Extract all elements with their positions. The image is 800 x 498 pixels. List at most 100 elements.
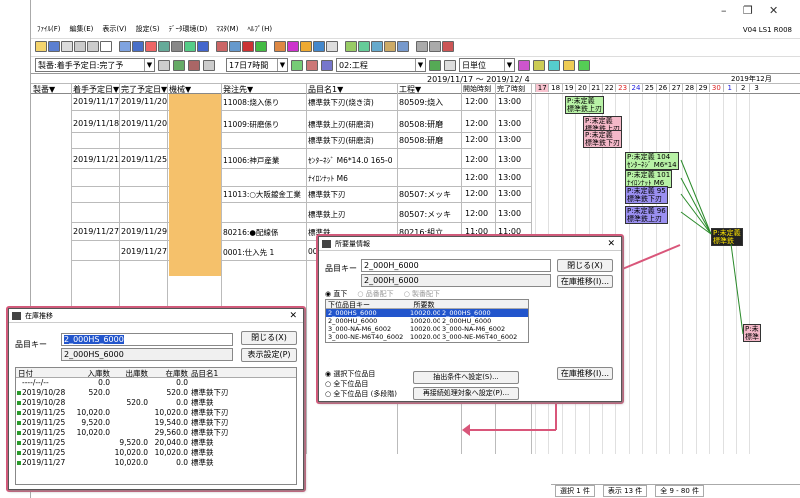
item-key-field[interactable]: 2_000H_6000 [361,259,551,272]
radio-seiban[interactable]: ○ 製番配下 [404,289,440,299]
reprocess-target-button[interactable]: 再接続処理対象へ設定(P)... [413,387,519,400]
cell-date: 2019/11/25 [22,418,66,427]
cell-out: 10,020.0 [114,458,148,467]
cell-stock: 0.0 [176,378,188,387]
requirement-dialog: 所要量情報 ✕ 品目キー 2_000H_6000 2_000H_6000 閉じる… [318,236,622,402]
cell-date: ----/--/-- [22,378,49,387]
cell-in [72,398,110,408]
cell-name: 標準鉄下刃 [191,388,229,397]
cell-name: 3_000-NE-M6T40_6002 [442,333,518,341]
row-marker-icon [17,441,21,445]
cell-in [72,448,110,458]
cell-date: 2019/10/28 [22,398,66,407]
stock-table: 日付 入庫数 出庫数 在庫数 品目名1 ----/--/-- 0.0 0.0 2019… [15,367,297,485]
opt-multi[interactable]: ○ 全下位品目 (多段階) [325,389,397,399]
table-row[interactable]: 2_000HS_6000 10020.00 2_000HS_6000 [326,309,528,317]
item-key-field[interactable]: 2_000HS_6000 [61,333,233,346]
cell-name: 標準鉄 [191,438,214,447]
cell-stock: 0.0 [176,398,188,407]
stock-history-button[interactable]: 在庫推移(I)... [557,275,613,288]
opt-selected[interactable]: ◉ 選択下位品目 [325,369,397,379]
cell-name: 2_000HU_6000 [442,317,492,325]
cell-stock: 29,560.0 [154,428,188,437]
cell-date: 2019/11/25 [22,428,66,437]
table-row[interactable]: 2019/11/25 10,020.0 10,020.0 標準鉄 [16,448,296,458]
col-out: 出庫数 [125,369,149,378]
close-icon[interactable]: ✕ [607,237,615,251]
app-icon [322,240,331,248]
row-marker-icon [17,411,21,415]
row-marker-icon [17,431,21,435]
row-marker-icon [17,401,21,405]
item-key-label: 品目キー [325,264,357,273]
col-sub-key: 下位品目キー [328,301,370,309]
item-key-field-2: 2_000H_6000 [361,274,551,287]
cell-out: 9,520.0 [119,438,148,447]
radio-seiban-label: 製番配下 [412,290,441,298]
table-row[interactable]: 2_000HU_6000 10020.00 2_000HU_6000 [326,317,528,325]
cell-out [110,428,148,438]
row-marker-icon [17,421,21,425]
opt-selected-label: 選択下位品目 [333,370,376,378]
cell-name: 標準鉄下刃 [191,408,229,417]
cell-stock: 10,020.0 [154,448,188,457]
cell-in: 0.0 [98,378,110,387]
close-button[interactable]: 閉じる(X) [557,259,613,272]
stock-rows: ----/--/-- 0.0 0.0 2019/10/28 520.0 520.0 標準鉄下… [16,378,296,468]
app-icon [12,312,21,320]
table-row[interactable]: 2019/11/25 9,520.0 20,040.0 標準鉄 [16,438,296,448]
col-stock: 在庫数 [165,369,189,378]
cell-key: 3_000-NE-M6T40_6002 [328,333,404,341]
target-radios: ◉ 選択下位品目 ○ 全下位品目 ○ 全下位品目 (多段階) [325,369,397,399]
table-row[interactable]: 2019/10/28 520.0 520.0 標準鉄下刃 [16,388,296,398]
col-qty: 所要数 [413,301,435,309]
radio-below[interactable]: ◉ 直下 [325,289,347,299]
cell-key: 3_000-NA-M6_6002 [328,325,392,333]
table-header: 日付 入庫数 出庫数 在庫数 品目名1 [16,368,296,378]
table-row[interactable]: 3_000-NE-M6T40_6002 10020.00 3_000-NE-M6T4… [326,333,528,341]
cell-out: 10,020.0 [114,448,148,457]
table-row[interactable]: 2019/11/25 10,020.0 29,560.0 標準鉄下刃 [16,428,296,438]
cell-qty: 10020.00 [410,325,440,333]
cell-out [110,418,148,428]
item-key-field-2: 2_000HS_6000 [61,348,233,361]
close-icon[interactable]: ✕ [289,309,297,323]
cell-key: 2_000HS_6000 [328,309,377,317]
cell-out [110,378,148,388]
cell-name: 標準鉄下刃 [191,428,229,437]
item-key-label: 品目キー [15,340,47,349]
sub-item-rows: 2_000HS_6000 10020.00 2_000HS_6000 2_000HU_… [326,309,528,341]
cell-name: 標準鉄 [191,458,214,467]
cell-date: 2019/11/27 [22,458,66,467]
col-date: 日付 [18,369,33,378]
cell-stock: 20,040.0 [154,438,188,447]
cell-stock: 520.0 [166,388,188,397]
display-settings-button[interactable]: 表示設定(P) [241,348,297,362]
cell-name: 3_000-NA-M6_6002 [442,325,506,333]
cell-stock: 10,020.0 [154,408,188,417]
cell-in: 10,020.0 [76,408,110,417]
cell-date: 2019/11/25 [22,438,66,447]
table-row[interactable]: ----/--/-- 0.0 0.0 [16,378,296,388]
row-marker-icon [17,451,21,455]
cell-date: 2019/11/25 [22,408,66,417]
cell-out [110,408,148,418]
cell-date: 2019/11/25 [22,448,66,457]
opt-all-label: 全下位品目 [333,380,369,388]
cell-date: 2019/10/28 [22,388,66,397]
radio-sub[interactable]: ○ 品番配下 [357,289,393,299]
cell-in [72,458,110,468]
stock-history-button-2[interactable]: 在庫推移(I)... [557,367,613,380]
cell-in: 9,520.0 [81,418,110,427]
extract-condition-button[interactable]: 抽出条件へ設定(S)... [413,371,519,384]
close-button[interactable]: 閉じる(X) [241,331,297,345]
cell-name: 標準鉄 [191,398,214,407]
table-row[interactable]: 2019/11/27 10,020.0 0.0 標準鉄 [16,458,296,468]
table-row[interactable]: 3_000-NA-M6_6002 10020.00 3_000-NA-M6_6002 [326,325,528,333]
opt-all[interactable]: ○ 全下位品目 [325,379,397,389]
cell-out: 520.0 [126,398,148,407]
table-row[interactable]: 2019/11/25 9,520.0 19,540.0 標準鉄下刃 [16,418,296,428]
table-row[interactable]: 2019/10/28 520.0 0.0 標準鉄 [16,398,296,408]
cell-qty: 10020.00 [410,317,440,325]
table-row[interactable]: 2019/11/25 10,020.0 10,020.0 標準鉄下刃 [16,408,296,418]
